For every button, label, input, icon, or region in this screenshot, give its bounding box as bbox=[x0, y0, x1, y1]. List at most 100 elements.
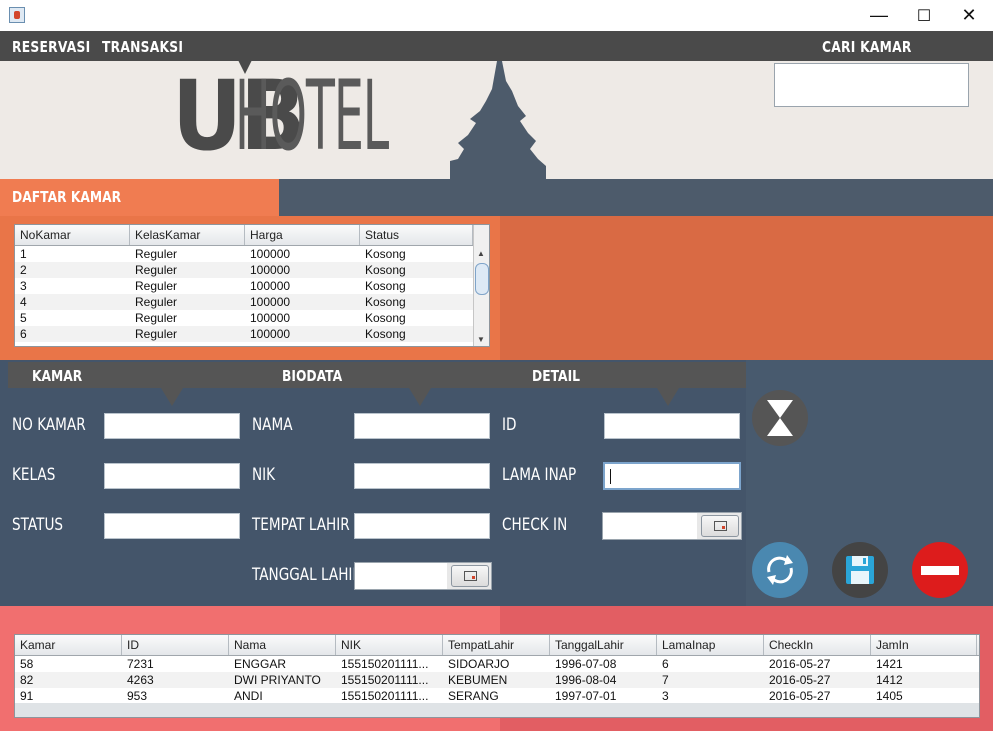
save-button[interactable] bbox=[832, 542, 888, 598]
column-header[interactable]: Status bbox=[360, 225, 473, 245]
column-header[interactable]: CheckIn bbox=[764, 635, 871, 655]
transactions-table-body: 58 7231 ENGGAR 155150201111... SIDOARJO 1996-… bbox=[15, 656, 979, 704]
detail-section-title: DETAIL bbox=[532, 367, 580, 385]
column-header[interactable]: KelasKamar bbox=[130, 225, 245, 245]
column-header[interactable]: LamaInap bbox=[657, 635, 764, 655]
scroll-down-arrow-icon[interactable]: ▼ bbox=[477, 335, 485, 344]
nama-input[interactable] bbox=[354, 413, 490, 439]
transactions-table[interactable]: Kamar ID Nama NIK TempatLahir TanggalLahir Lam… bbox=[14, 634, 980, 718]
table-cell: Kosong bbox=[365, 295, 406, 309]
table-cell: 100000 bbox=[250, 327, 291, 341]
tempat-lahir-input[interactable] bbox=[354, 513, 490, 539]
table-cell: 155150201111... bbox=[341, 657, 429, 671]
column-header[interactable]: Kamar bbox=[15, 635, 122, 655]
scroll-thumb[interactable] bbox=[475, 263, 489, 295]
table-cell: 1412 bbox=[876, 673, 903, 687]
table-cell: 4263 bbox=[127, 673, 154, 687]
status-input[interactable] bbox=[104, 513, 240, 539]
table-row[interactable]: 3 Reguler 100000 Kosong bbox=[15, 278, 473, 294]
minimize-button[interactable]: — bbox=[856, 0, 902, 31]
floppy-disk-icon bbox=[846, 556, 874, 584]
table-row[interactable]: 2 Reguler 100000 Kosong bbox=[15, 262, 473, 278]
detail-notch bbox=[657, 388, 679, 406]
table-cell: Kosong bbox=[365, 311, 406, 325]
refresh-button[interactable] bbox=[752, 542, 808, 598]
room-table-body: 1 Reguler 100000 Kosong 2 Reguler 100000 Kosong… bbox=[15, 246, 473, 342]
text-cursor bbox=[610, 469, 611, 484]
no-kamar-input[interactable] bbox=[104, 413, 240, 439]
tanggal-lahir-date-picker[interactable] bbox=[354, 562, 492, 590]
no-kamar-label: NO KAMAR bbox=[12, 415, 86, 435]
table-cell: Reguler bbox=[135, 263, 178, 277]
tanggal-lahir-label: TANGGAL LAHIR bbox=[252, 565, 362, 585]
close-button[interactable]: ✕ bbox=[946, 0, 992, 31]
horizontal-scrollbar[interactable] bbox=[15, 703, 979, 717]
table-cell: SIDOARJO bbox=[448, 657, 510, 671]
window-titlebar: — ☐ ✕ bbox=[0, 0, 993, 31]
minus-icon bbox=[921, 565, 959, 575]
check-in-input[interactable] bbox=[603, 513, 697, 539]
table-row[interactable]: 91 953 ANDI 155150201111... SERANG 1997-07-01… bbox=[15, 688, 979, 704]
nama-label: NAMA bbox=[252, 415, 293, 435]
room-list-table[interactable]: NoKamar KelasKamar Harga Status 1 Reguler… bbox=[14, 224, 490, 347]
table-cell: Reguler bbox=[135, 327, 178, 341]
id-input[interactable] bbox=[604, 413, 740, 439]
scroll-up-arrow-icon[interactable]: ▲ bbox=[477, 249, 485, 258]
table-cell: Reguler bbox=[135, 311, 178, 325]
delete-button[interactable] bbox=[912, 542, 968, 598]
column-header[interactable]: Harga bbox=[245, 225, 360, 245]
tanggal-lahir-input[interactable] bbox=[355, 563, 447, 589]
table-cell: SERANG bbox=[448, 689, 499, 703]
banner-strip bbox=[279, 179, 993, 216]
table-cell: Reguler bbox=[135, 279, 178, 293]
logo-hotel: HOTEL bbox=[235, 60, 389, 172]
column-header[interactable]: ID bbox=[122, 635, 229, 655]
hourglass-icon bbox=[767, 400, 793, 436]
table-cell: 100000 bbox=[250, 263, 291, 277]
table-cell: ENGGAR bbox=[234, 657, 287, 671]
table-cell: Kosong bbox=[365, 279, 406, 293]
column-header[interactable]: Nama bbox=[229, 635, 336, 655]
table-cell: Reguler bbox=[135, 247, 178, 261]
column-header[interactable]: TempatLahir bbox=[443, 635, 550, 655]
table-row[interactable]: 82 4263 DWI PRIYANTO 155150201111... KEBUMEN… bbox=[15, 672, 979, 688]
table-row[interactable]: 58 7231 ENGGAR 155150201111... SIDOARJO 1996-… bbox=[15, 656, 979, 672]
detail-section-header: DETAIL bbox=[500, 362, 746, 388]
menu-reservasi[interactable]: RESERVASI bbox=[12, 38, 90, 56]
table-cell: ANDI bbox=[234, 689, 263, 703]
table-cell: 100000 bbox=[250, 311, 291, 325]
table-cell: 4 bbox=[20, 295, 27, 309]
table-row[interactable]: 1 Reguler 100000 Kosong bbox=[15, 246, 473, 262]
table-cell: 100000 bbox=[250, 295, 291, 309]
table-row[interactable]: 5 Reguler 100000 Kosong bbox=[15, 310, 473, 326]
check-in-date-picker[interactable] bbox=[602, 512, 742, 540]
table-cell: 7 bbox=[662, 673, 669, 687]
menu-transaksi[interactable]: TRANSAKSI bbox=[102, 38, 183, 56]
refresh-icon bbox=[767, 555, 793, 585]
column-header[interactable]: JamIn bbox=[871, 635, 977, 655]
column-header[interactable]: NIK bbox=[336, 635, 443, 655]
hourglass-button[interactable] bbox=[752, 390, 808, 446]
table-row[interactable]: 4 Reguler 100000 Kosong bbox=[15, 294, 473, 310]
room-table-scrollbar[interactable]: ▲ ▼ bbox=[473, 225, 489, 346]
table-row[interactable]: 6 Reguler 100000 Kosong bbox=[15, 326, 473, 342]
cari-kamar-search-input[interactable] bbox=[774, 63, 969, 107]
lama-inap-input[interactable] bbox=[603, 462, 741, 490]
table-cell: 5 bbox=[20, 311, 27, 325]
table-cell: 2016-05-27 bbox=[769, 689, 831, 703]
table-cell: 3 bbox=[662, 689, 669, 703]
table-cell: Kosong bbox=[365, 263, 406, 277]
table-cell: 155150201111... bbox=[341, 689, 429, 703]
kelas-input[interactable] bbox=[104, 463, 240, 489]
table-cell: 82 bbox=[20, 673, 34, 687]
maximize-button[interactable]: ☐ bbox=[901, 0, 947, 31]
column-header[interactable]: NoKamar bbox=[15, 225, 130, 245]
nik-input[interactable] bbox=[354, 463, 490, 489]
table-cell: 100000 bbox=[250, 279, 291, 293]
calendar-button[interactable] bbox=[701, 515, 739, 537]
table-cell: 100000 bbox=[250, 247, 291, 261]
column-header[interactable]: TanggalLahir bbox=[550, 635, 657, 655]
tempat-lahir-label: TEMPAT LAHIR bbox=[252, 515, 350, 535]
lama-inap-label: LAMA INAP bbox=[502, 465, 577, 485]
calendar-button[interactable] bbox=[451, 565, 489, 587]
